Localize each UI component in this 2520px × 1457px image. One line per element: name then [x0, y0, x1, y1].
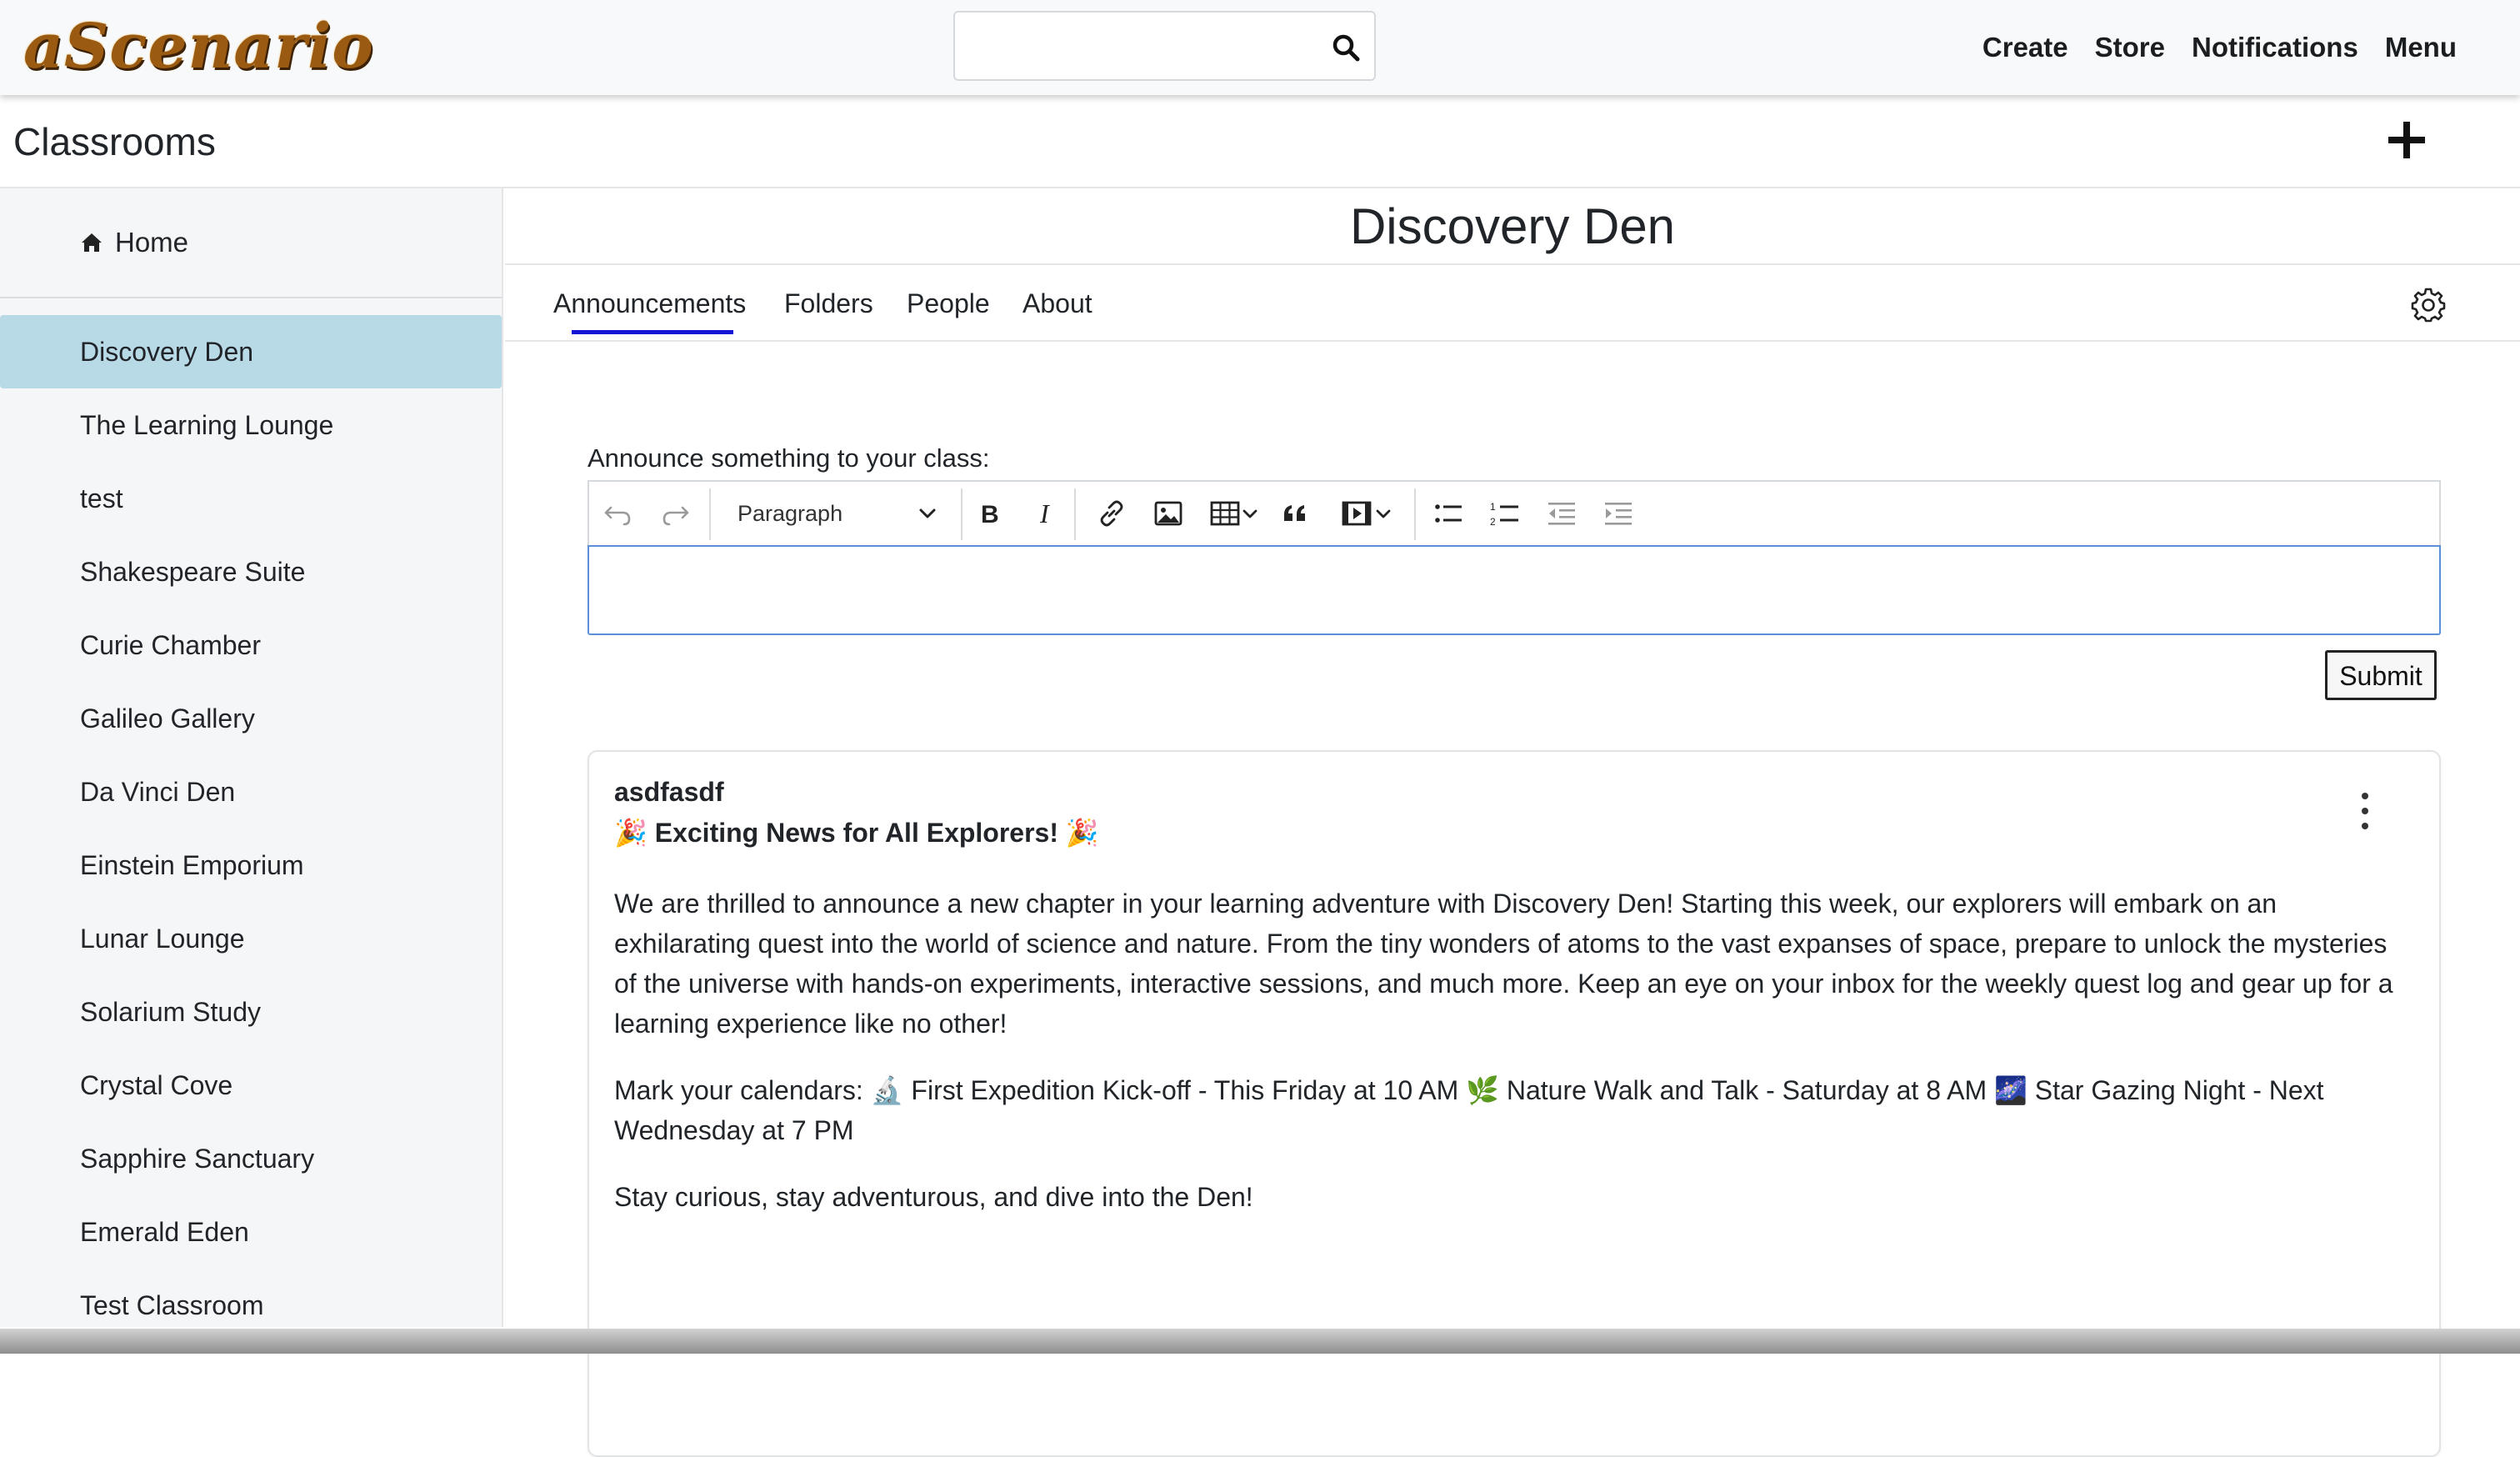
sidebar-item-crystal-cove[interactable]: Crystal Cove: [0, 1049, 502, 1122]
window-bottom-edge: [0, 1329, 2520, 1354]
editor-toolbar: Paragraph B I 1 2: [588, 480, 2441, 545]
bulleted-list-button[interactable]: [1431, 496, 1466, 531]
sidebar-item-lunar-lounge[interactable]: Lunar Lounge: [0, 902, 502, 975]
redo-icon: [662, 506, 689, 526]
nav-notifications-link[interactable]: Notifications: [2192, 32, 2358, 63]
outdent-button[interactable]: [1544, 496, 1579, 531]
home-icon: [82, 233, 102, 252]
chevron-down-icon: [1376, 509, 1391, 518]
search-box: [953, 11, 1376, 81]
classroom-main: Discovery Den Announcements Folders Peop…: [505, 188, 2520, 1457]
link-button[interactable]: [1094, 496, 1129, 531]
indent-button[interactable]: [1601, 496, 1636, 531]
sidebar-item-the-learning-lounge[interactable]: The Learning Lounge: [0, 388, 502, 462]
post-paragraph: We are thrilled to announce a new chapte…: [614, 889, 2393, 1039]
search-icon[interactable]: [1331, 33, 1361, 63]
sidebar-item-da-vinci-den[interactable]: Da Vinci Den: [0, 755, 502, 829]
nav-create-link[interactable]: Create: [1982, 32, 2068, 63]
svg-text:B: B: [981, 501, 999, 528]
sidebar-item-home[interactable]: Home: [0, 188, 502, 298]
sidebar-item-galileo-gallery[interactable]: Galileo Gallery: [0, 682, 502, 755]
search-input[interactable]: [955, 13, 1322, 79]
image-button[interactable]: [1151, 496, 1186, 531]
post-author: asdfasdf: [614, 777, 724, 807]
bold-button[interactable]: B: [972, 496, 1008, 531]
undo-button[interactable]: [601, 496, 636, 531]
post-paragraph: Mark your calendars: 🔬 First Expedition …: [614, 1075, 2324, 1145]
plus-icon: [2388, 122, 2425, 158]
gear-icon[interactable]: [2410, 287, 2447, 323]
nav-links: Create Store Notifications Menu: [1956, 0, 2457, 95]
sidebar-home-label: Home: [115, 227, 189, 258]
post-body: We are thrilled to announce a new chapte…: [614, 884, 2406, 1244]
link-icon: [1100, 500, 1123, 527]
quote-icon: [1284, 505, 1305, 521]
image-icon: [1154, 501, 1182, 526]
svg-text:1: 1: [1490, 501, 1496, 513]
tab-about[interactable]: About: [1022, 265, 1092, 342]
bulleted-list-icon: [1435, 504, 1462, 523]
toolbar-separator: [1074, 488, 1076, 540]
toolbar-separator: [709, 488, 711, 540]
tab-folders[interactable]: Folders: [784, 265, 873, 342]
outdent-icon: [1548, 503, 1575, 525]
indent-icon: [1605, 503, 1632, 525]
classroom-list: Discovery Den The Learning Lounge test S…: [0, 315, 502, 1342]
active-tab-indicator: [572, 330, 733, 334]
italic-icon: I: [1039, 498, 1050, 528]
nav-menu-link[interactable]: Menu: [2385, 32, 2457, 63]
submit-button[interactable]: Submit: [2325, 650, 2437, 700]
numbered-list-button[interactable]: 12: [1488, 496, 1522, 531]
sidebar-item-curie-chamber[interactable]: Curie Chamber: [0, 608, 502, 682]
page-title: Classrooms: [13, 120, 216, 163]
sidebar-item-discovery-den[interactable]: Discovery Den: [0, 315, 502, 388]
post-paragraph: Stay curious, stay adventurous, and dive…: [614, 1182, 1253, 1212]
sidebar-item-test[interactable]: test: [0, 462, 502, 535]
sidebar-item-emerald-eden[interactable]: Emerald Eden: [0, 1195, 502, 1269]
nav-store-link[interactable]: Store: [2095, 32, 2165, 63]
table-button[interactable]: [1208, 496, 1242, 531]
media-dropdown-button[interactable]: [1372, 496, 1394, 531]
announce-label: Announce something to your class:: [588, 443, 990, 473]
chevron-down-icon: [1242, 509, 1258, 518]
classroom-sidebar: Home Discovery Den The Learning Lounge t…: [0, 188, 503, 1327]
undo-icon: [604, 506, 631, 526]
add-classroom-button[interactable]: [2382, 115, 2432, 165]
blockquote-button[interactable]: [1278, 496, 1312, 531]
table-icon: [1210, 501, 1240, 526]
redo-button[interactable]: [658, 496, 692, 531]
tab-people[interactable]: People: [907, 265, 990, 342]
svg-text:I: I: [1039, 498, 1050, 528]
sidebar-item-solarium-study[interactable]: Solarium Study: [0, 975, 502, 1049]
block-style-dropdown[interactable]: Paragraph: [731, 493, 939, 533]
top-navbar: aScenario Create Store Notifications Men…: [0, 0, 2520, 95]
svg-text:2: 2: [1490, 516, 1496, 528]
sidebar-item-shakespeare-suite[interactable]: Shakespeare Suite: [0, 535, 502, 608]
block-style-value: Paragraph: [738, 501, 843, 526]
sidebar-item-sapphire-sanctuary[interactable]: Sapphire Sanctuary: [0, 1122, 502, 1195]
chevron-down-icon: [919, 508, 936, 518]
post-headline: 🎉 Exciting News for All Explorers! 🎉: [614, 818, 1099, 848]
sidebar-item-einstein-emporium[interactable]: Einstein Emporium: [0, 829, 502, 902]
numbered-list-icon: 12: [1490, 501, 1518, 528]
more-vertical-icon[interactable]: [2352, 790, 2378, 832]
page-header: Classrooms: [0, 95, 2520, 188]
app-logo[interactable]: aScenario: [23, 5, 374, 88]
classroom-title: Discovery Den: [505, 188, 2520, 265]
table-dropdown-button[interactable]: [1239, 496, 1261, 531]
italic-button[interactable]: I: [1029, 496, 1064, 531]
announcement-editor[interactable]: [588, 545, 2441, 635]
media-embed-button[interactable]: [1339, 496, 1374, 531]
media-icon: [1342, 501, 1372, 526]
bold-icon: B: [981, 501, 999, 528]
classroom-tabs: Announcements Folders People About: [505, 265, 2520, 342]
toolbar-separator: [961, 488, 962, 540]
toolbar-separator: [1414, 488, 1416, 540]
